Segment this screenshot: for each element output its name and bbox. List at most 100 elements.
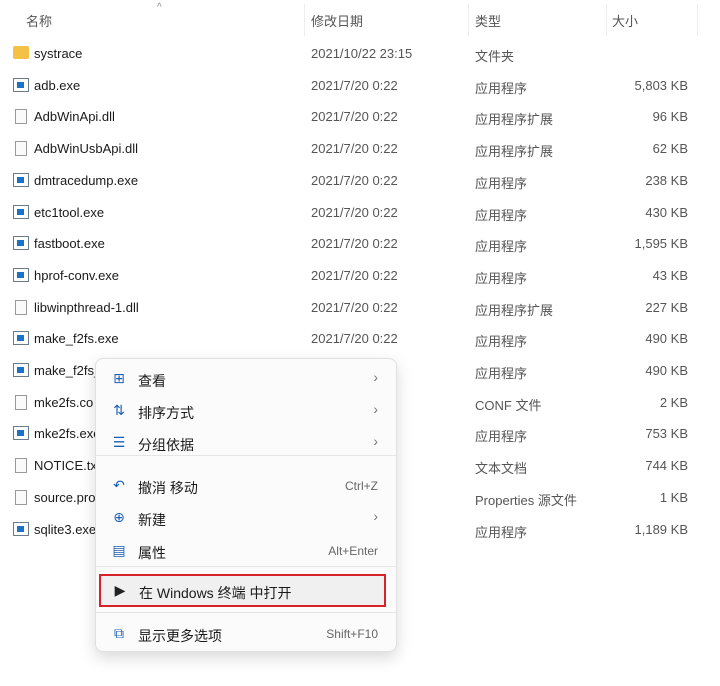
undo-icon: ↶ <box>113 477 125 493</box>
menu-item-label: 在 Windows 终端 中打开 <box>139 585 292 601</box>
file-type: 应用程序 <box>475 270 528 286</box>
file-name: libwinpthread-1.dll <box>34 299 139 315</box>
file-date: 2021/7/20 0:22 <box>311 267 398 283</box>
menu-separator <box>96 612 396 613</box>
file-type: Properties 源文件 <box>475 492 577 508</box>
file-date: 2021/7/20 0:22 <box>311 172 398 188</box>
column-divider[interactable] <box>304 4 305 36</box>
file-type: 文件夹 <box>475 49 515 64</box>
file-name: make_f2fs_ <box>34 363 102 378</box>
file-size: 2 KB <box>659 394 688 410</box>
menu-item-label: 查看 <box>138 373 166 389</box>
txt-icon <box>15 458 27 474</box>
sort-ascending-icon: ^ <box>157 2 162 13</box>
file-name: adb.exe <box>34 77 81 93</box>
exe-icon <box>13 521 29 536</box>
column-date[interactable]: 修改日期 <box>311 11 363 30</box>
folder-icon <box>13 46 29 59</box>
file-date: 2021/7/20 0:22 <box>311 299 398 315</box>
column-divider[interactable] <box>468 4 469 36</box>
menu-item-label: 分组依据 <box>138 437 194 453</box>
file-name: mke2fs.exe <box>34 426 101 442</box>
txt-icon <box>15 489 27 505</box>
file-row[interactable]: fastboot.exe 2021/7/20 0:22 应用程序 1,595 K… <box>0 228 720 259</box>
file-row[interactable]: hprof-conv.exe 2021/7/20 0:22 应用程序 43 KB <box>0 260 720 291</box>
file-size: 238 KB <box>645 172 688 188</box>
grid-icon: ⊞ <box>113 370 125 386</box>
conf-icon <box>15 394 27 410</box>
file-row[interactable]: dmtracedump.exe 2021/7/20 0:22 应用程序 238 … <box>0 165 720 196</box>
sort-icon: ⇅ <box>113 402 125 418</box>
file-row[interactable]: systrace 2021/10/22 23:15 文件夹 <box>0 38 720 69</box>
file-name: sqlite3.exe <box>34 521 97 537</box>
exe-icon <box>13 426 29 441</box>
menu-separator <box>96 566 396 567</box>
file-row[interactable]: AdbWinUsbApi.dll 2021/7/20 0:22 应用程序扩展 6… <box>0 133 720 164</box>
file-size: 753 KB <box>645 426 688 442</box>
menu-item[interactable]: ↶ 撤消 移动 Ctrl+Z <box>100 471 392 501</box>
file-size: 5,803 KB <box>634 77 689 93</box>
menu-item[interactable]: ⇅ 排序方式 › <box>100 396 392 426</box>
menu-item[interactable]: ☰ 分组依据 › <box>100 428 392 458</box>
file-type: 应用程序 <box>475 239 528 255</box>
exe-icon <box>13 331 29 346</box>
menu-item-shortcut: Shift+F10 <box>326 627 378 641</box>
file-row[interactable]: libwinpthread-1.dll 2021/7/20 0:22 应用程序扩… <box>0 292 720 323</box>
column-type[interactable]: 类型 <box>475 11 501 30</box>
column-divider[interactable] <box>606 4 607 36</box>
column-name[interactable]: 名称 <box>26 11 52 30</box>
exe-icon <box>13 363 29 377</box>
menu-item[interactable]: ▶ 在 Windows 终端 中打开 <box>99 574 386 607</box>
menu-item[interactable]: ⊕ 新建 › <box>100 503 392 533</box>
file-size: 227 KB <box>645 299 688 315</box>
file-date: 2021/7/20 0:22 <box>311 141 398 157</box>
context-menu: ⊞ 查看 › ⇅ 排序方式 › ☰ 分组依据 › ↶ 撤消 移动 Ctrl+Z ⊕ 新建 › ▤ 属… <box>95 358 397 652</box>
file-date: 2021/7/20 0:22 <box>311 331 398 347</box>
column-header: ^ 名称 修改日期 类型 大小 <box>0 0 720 38</box>
file-date: 2021/10/22 23:15 <box>311 46 413 61</box>
file-size: 490 KB <box>645 331 688 347</box>
file-size: 744 KB <box>645 458 688 474</box>
file-row[interactable]: etc1tool.exe 2021/7/20 0:22 应用程序 430 KB <box>0 197 720 228</box>
dll-icon <box>15 109 27 125</box>
file-name: fastboot.exe <box>34 236 105 252</box>
exe-icon <box>13 77 29 92</box>
file-name: source.pro <box>34 489 96 505</box>
new-icon: ⊕ <box>113 509 125 525</box>
file-row[interactable]: make_f2fs.exe 2021/7/20 0:22 应用程序 490 KB <box>0 323 720 354</box>
file-type: 应用程序 <box>475 524 528 540</box>
file-row[interactable]: AdbWinApi.dll 2021/7/20 0:22 应用程序扩展 96 K… <box>0 101 720 132</box>
file-type: 应用程序 <box>475 366 528 381</box>
file-date: 2021/7/20 0:22 <box>311 236 398 252</box>
file-name: systrace <box>34 46 83 61</box>
file-date: 2021/7/20 0:22 <box>311 109 398 125</box>
file-type: CONF 文件 <box>475 397 542 413</box>
exe-icon <box>13 172 29 187</box>
file-name: etc1tool.exe <box>34 204 105 220</box>
file-row[interactable]: adb.exe 2021/7/20 0:22 应用程序 5,803 KB <box>0 70 720 101</box>
file-date: 2021/7/20 0:22 <box>311 204 398 220</box>
chevron-right-icon: › <box>373 508 378 524</box>
menu-item[interactable]: ▤ 属性 Alt+Enter <box>100 536 392 566</box>
menu-item[interactable]: ⧉ 显示更多选项 Shift+F10 <box>100 619 392 649</box>
menu-item-shortcut: Ctrl+Z <box>345 479 378 493</box>
file-size: 490 KB <box>645 363 688 378</box>
file-date: 2021/7/20 0:22 <box>311 77 398 93</box>
column-size[interactable]: 大小 <box>612 11 638 30</box>
file-type: 应用程序 <box>475 80 528 96</box>
file-type: 应用程序 <box>475 175 528 191</box>
file-type: 应用程序 <box>475 207 528 223</box>
file-size: 1,595 KB <box>634 236 689 252</box>
menu-item-shortcut: Alt+Enter <box>328 544 378 558</box>
group-icon: ☰ <box>112 434 126 450</box>
more-options-icon: ⧉ <box>114 625 124 641</box>
menu-item-label: 排序方式 <box>138 405 194 421</box>
file-size: 96 KB <box>652 109 688 125</box>
file-size: 43 KB <box>652 267 688 283</box>
menu-item-label: 撤消 移动 <box>138 480 198 496</box>
menu-item[interactable]: ⊞ 查看 › <box>100 364 392 394</box>
file-type: 应用程序 <box>475 429 528 445</box>
terminal-icon: ▶ <box>114 582 126 598</box>
file-name: hprof-conv.exe <box>34 267 120 283</box>
column-divider[interactable] <box>697 4 698 36</box>
